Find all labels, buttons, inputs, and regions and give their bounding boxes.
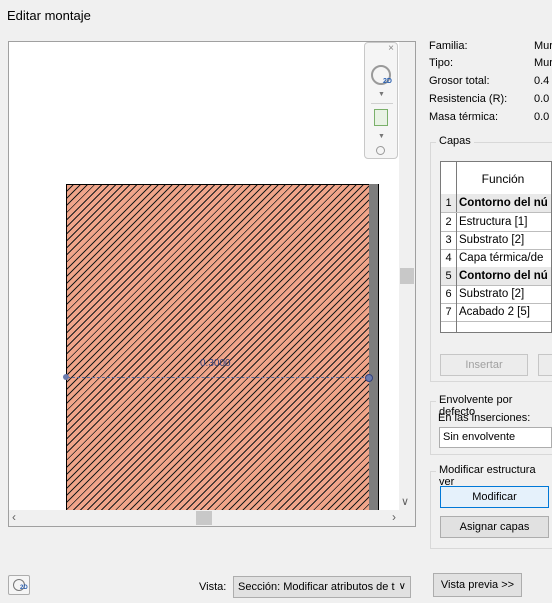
- assign-layers-button[interactable]: Asignar capas: [440, 516, 549, 538]
- row-number[interactable]: 1: [441, 194, 457, 212]
- navigation-bar: × 2D ▼ ▼: [364, 42, 398, 159]
- chevron-down-icon[interactable]: ▼: [378, 133, 385, 140]
- column-header-function[interactable]: Función: [457, 172, 549, 186]
- table-header: Función: [441, 162, 551, 195]
- layers-table[interactable]: Función 1 Contorno del nú 2 Estructura […: [440, 161, 552, 333]
- property-value: Mur: [534, 57, 552, 69]
- view-2d-button[interactable]: 2D: [8, 575, 30, 595]
- view-label: Vista:: [199, 581, 227, 593]
- scroll-down-icon[interactable]: ∨: [401, 495, 409, 508]
- view-select-value: Sección: Modificar atributos de t: [238, 581, 395, 593]
- modify-button[interactable]: Modificar: [440, 486, 549, 508]
- insert-button[interactable]: Insertar: [440, 354, 528, 376]
- at-inserts-label: En las inserciones:: [438, 412, 531, 424]
- property-label: Resistencia (R):: [429, 93, 508, 105]
- property-value: 0.4: [534, 75, 550, 87]
- wall-finish-layer: [369, 184, 379, 510]
- chevron-down-icon: ∨: [398, 581, 406, 592]
- delete-button[interactable]: [538, 354, 552, 376]
- row-function[interactable]: Estructura [1]: [459, 213, 527, 231]
- table-row-empty[interactable]: [441, 321, 551, 332]
- dimension-grip[interactable]: [365, 374, 373, 382]
- property-label: Tipo:: [429, 57, 454, 69]
- row-function[interactable]: Acabado 2 [5]: [459, 303, 530, 321]
- property-value: Mur: [534, 40, 552, 52]
- scroll-left-icon[interactable]: ‹: [12, 510, 16, 524]
- at-inserts-select[interactable]: Sin envolvente: [439, 427, 552, 448]
- table-row[interactable]: 3 Substrato [2]: [441, 231, 551, 250]
- horizontal-scrollbar[interactable]: ‹ ›: [9, 510, 399, 526]
- window-title: Editar montaje: [7, 8, 91, 23]
- row-function[interactable]: Contorno del nú: [459, 194, 548, 212]
- scroll-right-icon[interactable]: ›: [392, 510, 396, 524]
- row-function[interactable]: Substrato [2]: [459, 231, 524, 249]
- 2d-label: 2D: [20, 585, 28, 591]
- scroll-thumb[interactable]: [400, 268, 414, 284]
- zoom-icon[interactable]: [374, 109, 388, 126]
- row-number[interactable]: [441, 321, 457, 332]
- property-label: Grosor total:: [429, 75, 490, 87]
- property-label: Familia:: [429, 40, 468, 52]
- row-number[interactable]: 2: [441, 213, 457, 231]
- wall-core-hatch: [66, 184, 370, 511]
- row-number[interactable]: 5: [441, 267, 457, 285]
- chevron-down-icon[interactable]: ▼: [378, 91, 385, 98]
- header-index-cell: [441, 162, 457, 194]
- property-label: Masa térmica:: [429, 111, 499, 123]
- property-value: 0.0: [534, 111, 550, 123]
- row-number[interactable]: 7: [441, 303, 457, 321]
- settings-icon[interactable]: [376, 146, 385, 155]
- view-select[interactable]: Sección: Modificar atributos de t ∨: [233, 576, 411, 598]
- table-row[interactable]: 6 Substrato [2]: [441, 285, 551, 304]
- dimension-text: 0.3000: [200, 358, 231, 369]
- table-row[interactable]: 4 Capa térmica/de: [441, 249, 551, 268]
- scroll-thumb[interactable]: [196, 511, 212, 525]
- property-value: 0.0: [534, 93, 550, 105]
- preview-toggle-button[interactable]: Vista previa >>: [433, 573, 522, 597]
- table-row[interactable]: 2 Estructura [1]: [441, 213, 551, 232]
- navbar-divider: [371, 103, 393, 104]
- row-function[interactable]: Capa térmica/de: [459, 249, 543, 267]
- row-number[interactable]: 3: [441, 231, 457, 249]
- vertical-scrollbar[interactable]: ∨: [399, 42, 415, 510]
- dimension-endpoint-left: [63, 374, 69, 380]
- scroll-corner: [399, 510, 415, 526]
- dimension-line: [67, 377, 369, 378]
- close-icon[interactable]: ×: [388, 43, 394, 54]
- 2d-label: 2D: [383, 78, 392, 85]
- table-row[interactable]: 5 Contorno del nú: [441, 267, 551, 286]
- table-row[interactable]: 1 Contorno del nú: [441, 194, 551, 213]
- row-number[interactable]: 6: [441, 285, 457, 303]
- modify-structure-legend: Modificar estructura ver: [436, 464, 552, 488]
- layers-legend: Capas: [436, 135, 474, 147]
- row-number[interactable]: 4: [441, 249, 457, 267]
- table-row[interactable]: 7 Acabado 2 [5]: [441, 303, 551, 322]
- row-function[interactable]: Substrato [2]: [459, 285, 524, 303]
- row-function[interactable]: Contorno del nú: [459, 267, 548, 285]
